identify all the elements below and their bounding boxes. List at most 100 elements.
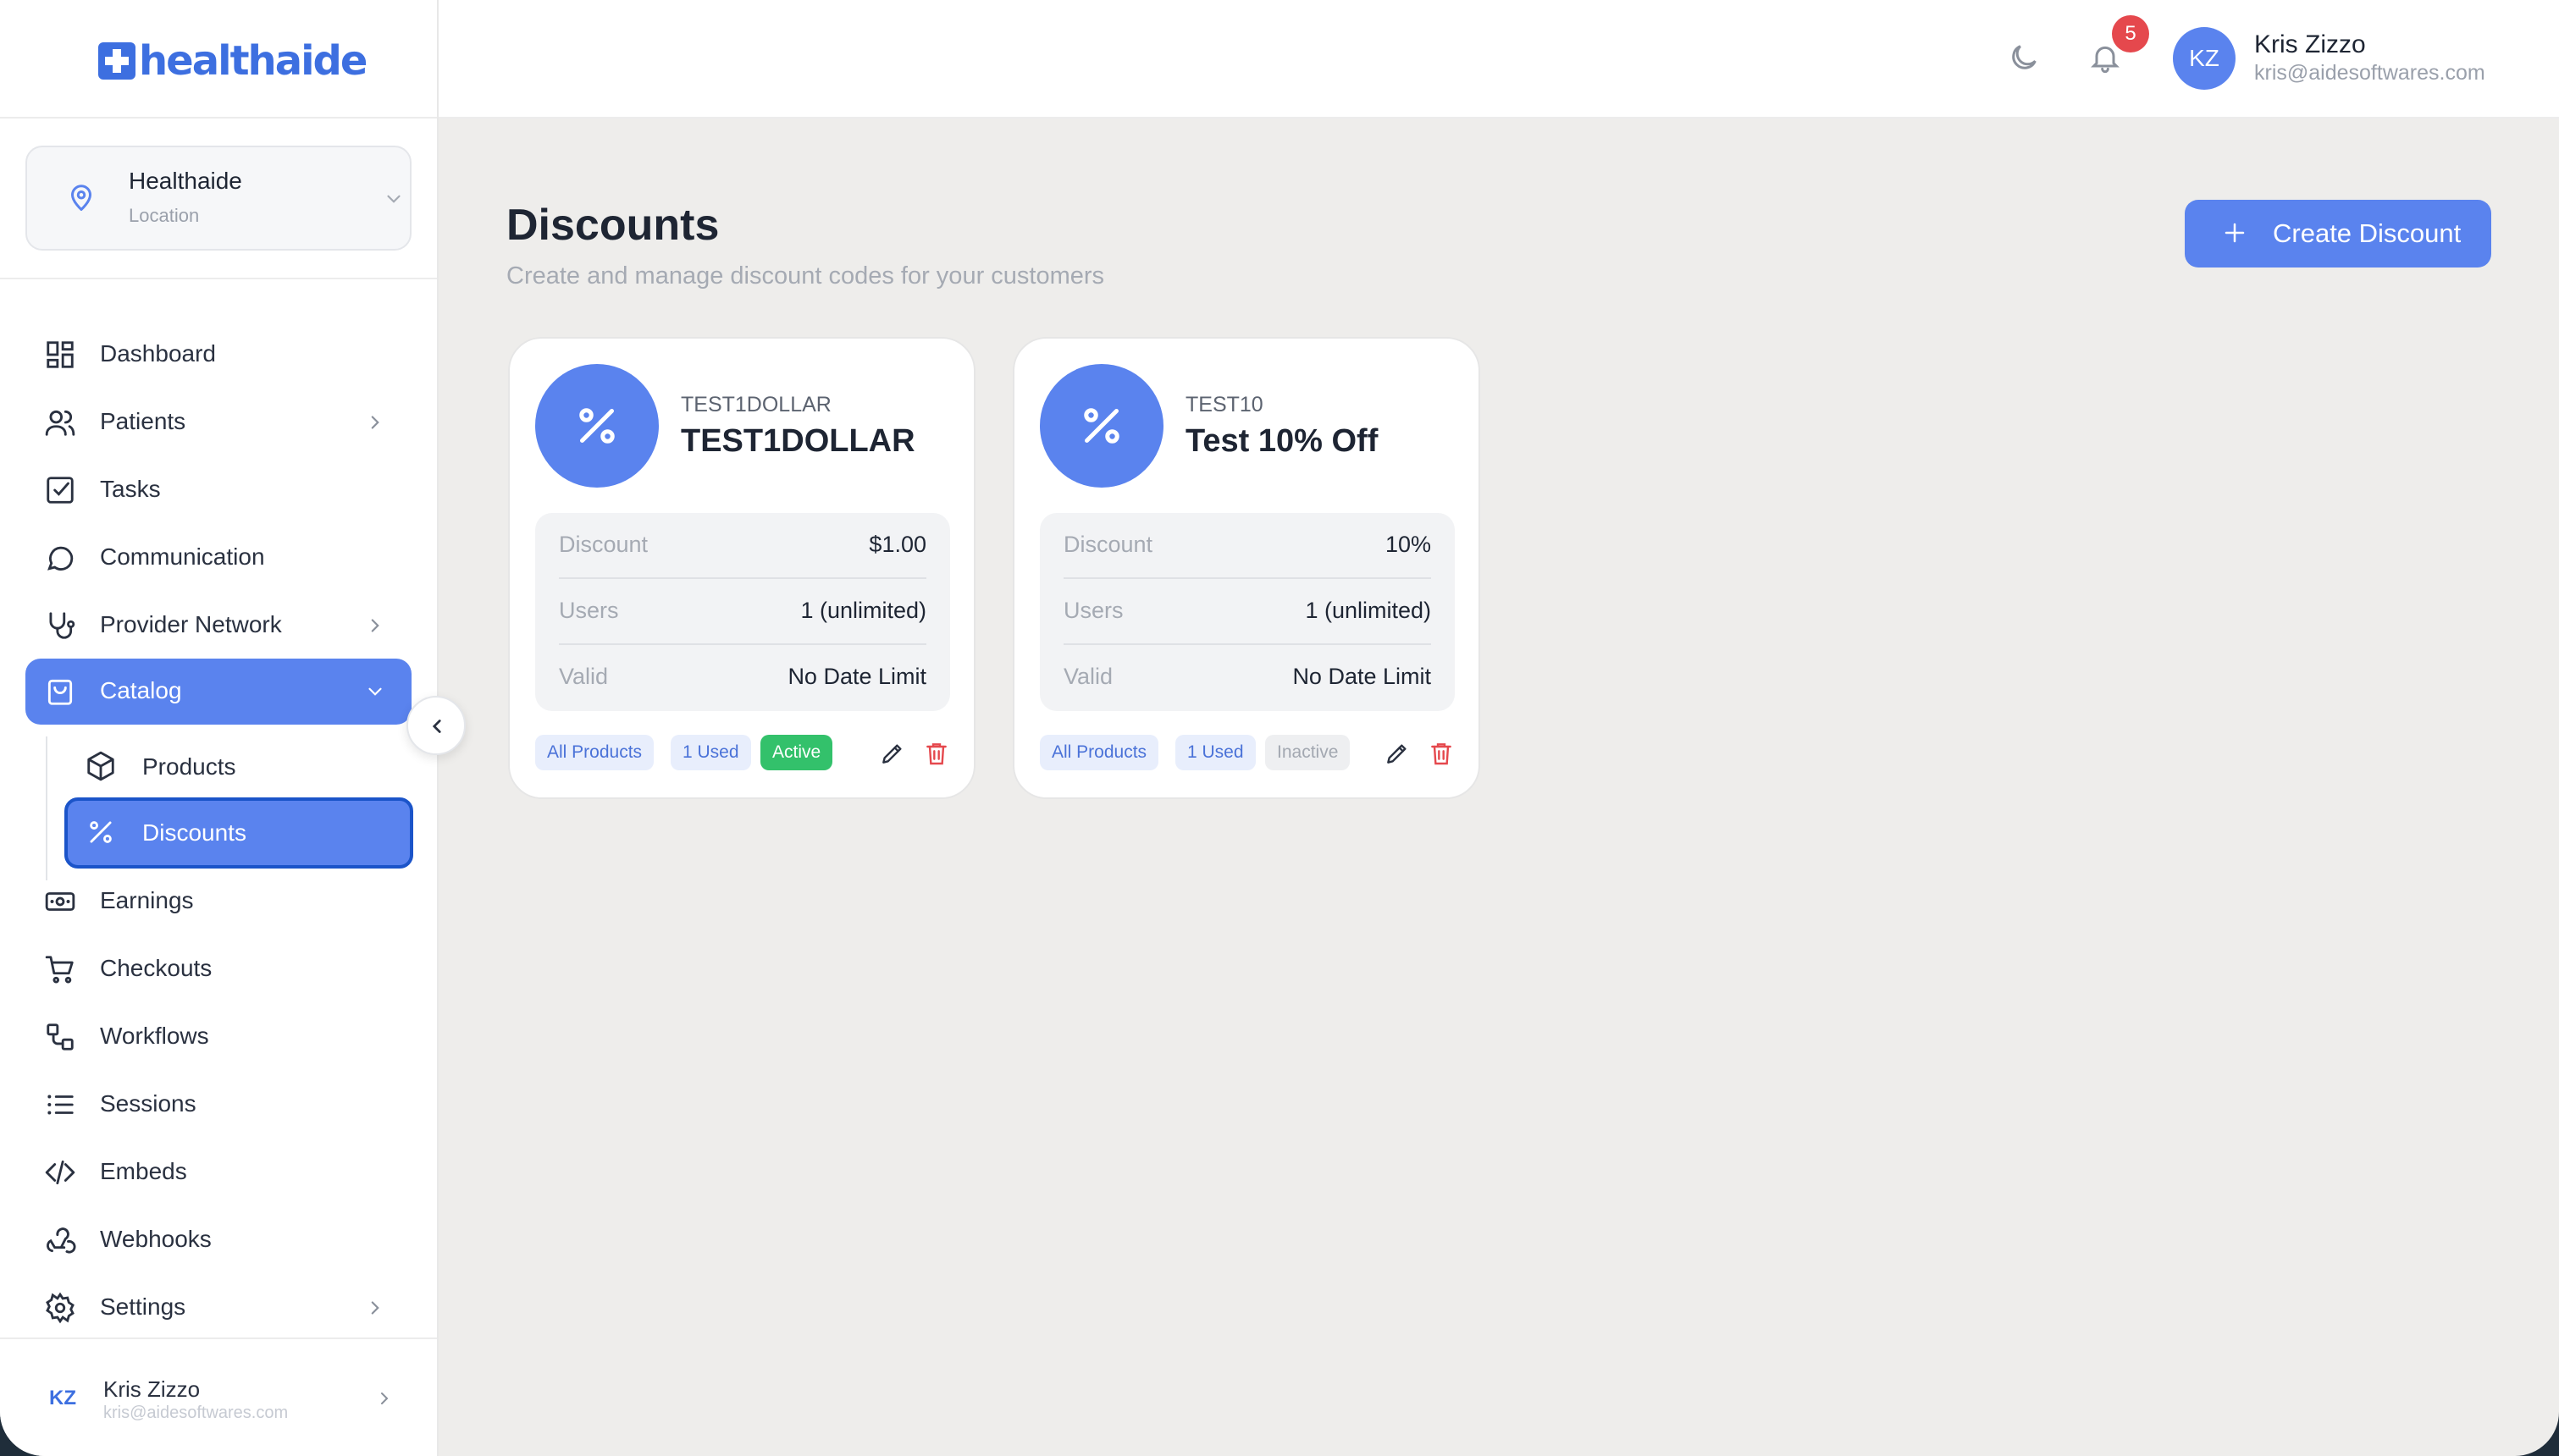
usage-badge: 1 Used — [1175, 735, 1256, 770]
logo-text: healthaide — [139, 37, 368, 85]
detail-value: 10% — [1385, 532, 1431, 557]
avatar: KZ — [49, 1387, 76, 1409]
app-window: healthaide Healthaide Location Dashboard… — [0, 0, 2559, 1456]
sidebar-item-earnings[interactable]: Earnings — [25, 869, 412, 935]
cart-icon — [45, 956, 74, 984]
sidebar-item-label: Dashboard — [100, 340, 216, 367]
collapse-sidebar-button[interactable] — [406, 696, 466, 755]
top-header: 5 KZ Kris Zizzo kris@aidesoftwares.com — [439, 0, 2559, 119]
sidebar-item-label: Provider Network — [100, 611, 282, 637]
location-selector[interactable]: Healthaide Location — [25, 146, 412, 251]
sidebar-item-dashboard[interactable]: Dashboard — [25, 322, 412, 388]
sidebar-item-label: Earnings — [100, 887, 194, 913]
sidebar-item-provider-network[interactable]: Provider Network — [25, 593, 412, 659]
edit-icon[interactable] — [1384, 740, 1411, 767]
chevron-right-icon — [371, 1301, 379, 1315]
detail-row-valid: Valid No Date Limit — [559, 645, 926, 711]
detail-value: 1 (unlimited) — [1305, 598, 1431, 623]
chevron-left-icon — [432, 720, 441, 733]
edit-icon[interactable] — [879, 740, 906, 767]
sidebar-item-settings[interactable]: Settings — [25, 1275, 412, 1341]
detail-value: No Date Limit — [1292, 664, 1431, 689]
status-badge: Active — [760, 735, 833, 770]
sidebar: healthaide Healthaide Location Dashboard… — [0, 0, 439, 1456]
detail-row-discount: Discount $1.00 — [559, 513, 926, 579]
create-discount-label: Create Discount — [2273, 218, 2462, 248]
scope-badge: All Products — [1040, 735, 1159, 770]
sidebar-item-label: Workflows — [100, 1023, 209, 1049]
dashboard-icon — [47, 341, 74, 368]
discount-details: Discount 10% Users 1 (unlimited) Valid N… — [1040, 513, 1455, 711]
users-icon — [45, 410, 75, 436]
percent-icon — [579, 408, 615, 444]
chevron-down-icon — [387, 195, 401, 203]
discount-details: Discount $1.00 Users 1 (unlimited) Valid… — [535, 513, 950, 711]
discount-card: TEST1DOLLAR TEST1DOLLAR Discount $1.00 U… — [508, 337, 976, 799]
sidebar-user-profile[interactable]: KZ Kris Zizzo kris@aidesoftwares.com — [0, 1337, 437, 1456]
page-title: Discounts — [506, 201, 720, 250]
chat-icon — [47, 546, 74, 571]
detail-value: $1.00 — [869, 532, 926, 557]
banknote-icon — [45, 892, 75, 911]
workflow-icon — [47, 1023, 74, 1051]
sidebar-item-label: Webhooks — [100, 1226, 212, 1252]
discount-code: TEST10 — [1186, 393, 1263, 416]
sidebar-item-label: Patients — [100, 408, 186, 434]
detail-label: Discount — [559, 532, 649, 557]
box-icon — [87, 751, 114, 781]
usage-badge: 1 Used — [671, 735, 751, 770]
trash-icon[interactable] — [923, 740, 950, 767]
sidebar-subitem-products[interactable]: Products — [64, 731, 413, 802]
sidebar-item-label: Tasks — [100, 476, 161, 502]
sidebar-item-checkouts[interactable]: Checkouts — [25, 936, 412, 1002]
logo[interactable]: healthaide — [98, 37, 368, 85]
map-pin-icon — [71, 185, 91, 211]
create-discount-button[interactable]: Create Discount — [2185, 200, 2491, 267]
sidebar-item-label: Embeds — [100, 1158, 187, 1184]
checkbox-icon — [47, 477, 74, 504]
sidebar-subitem-discounts[interactable]: Discounts — [64, 797, 413, 869]
chevron-down-icon — [368, 687, 382, 696]
header-user-email: kris@aidesoftwares.com — [2254, 61, 2485, 85]
location-label: Location — [129, 205, 200, 226]
sidebar-item-embeds[interactable]: Embeds — [25, 1139, 412, 1205]
detail-label: Valid — [1064, 664, 1114, 689]
discount-badge — [535, 364, 659, 488]
detail-label: Valid — [559, 664, 609, 689]
notification-badge: 5 — [2112, 15, 2149, 52]
discount-name: TEST1DOLLAR — [681, 423, 915, 459]
status-badge: Inactive — [1265, 735, 1351, 770]
list-icon — [47, 1095, 74, 1115]
percent-icon — [1084, 408, 1119, 444]
sidebar-item-sessions[interactable]: Sessions — [25, 1072, 412, 1138]
stethoscope-icon — [49, 612, 75, 639]
detail-label: Users — [1064, 598, 1124, 623]
detail-label: Users — [559, 598, 619, 623]
chevron-right-icon — [381, 1393, 389, 1404]
moon-icon[interactable] — [2007, 41, 2041, 74]
header-user-name[interactable]: Kris Zizzo — [2254, 30, 2366, 59]
avatar[interactable]: KZ — [2173, 27, 2236, 90]
detail-row-users: Users 1 (unlimited) — [559, 579, 926, 645]
user-email: kris@aidesoftwares.com — [103, 1404, 289, 1422]
sidebar-item-label: Settings — [100, 1293, 186, 1320]
sidebar-item-tasks[interactable]: Tasks — [25, 457, 412, 523]
trash-icon[interactable] — [1428, 740, 1455, 767]
shopping-bag-icon — [47, 679, 73, 705]
discount-code: TEST1DOLLAR — [681, 393, 832, 416]
submenu-divider — [46, 736, 47, 880]
chevron-right-icon — [371, 619, 379, 632]
sidebar-item-label: Checkouts — [100, 955, 213, 981]
sidebar-item-catalog[interactable]: Catalog — [25, 659, 412, 725]
sidebar-subitem-label: Products — [142, 753, 236, 780]
sidebar-item-patients[interactable]: Patients — [25, 389, 412, 455]
detail-row-discount: Discount 10% — [1064, 513, 1431, 579]
sidebar-item-workflows[interactable]: Workflows — [25, 1004, 412, 1070]
sidebar-item-communication[interactable]: Communication — [25, 525, 412, 591]
discount-card: TEST10 Test 10% Off Discount 10% Users 1… — [1013, 337, 1480, 799]
sidebar-item-label: Communication — [100, 543, 265, 570]
location-section: Healthaide Location — [0, 119, 437, 279]
sidebar-item-webhooks[interactable]: Webhooks — [25, 1207, 412, 1273]
sidebar-subitem-label: Discounts — [142, 819, 246, 846]
code-icon — [45, 1160, 75, 1185]
